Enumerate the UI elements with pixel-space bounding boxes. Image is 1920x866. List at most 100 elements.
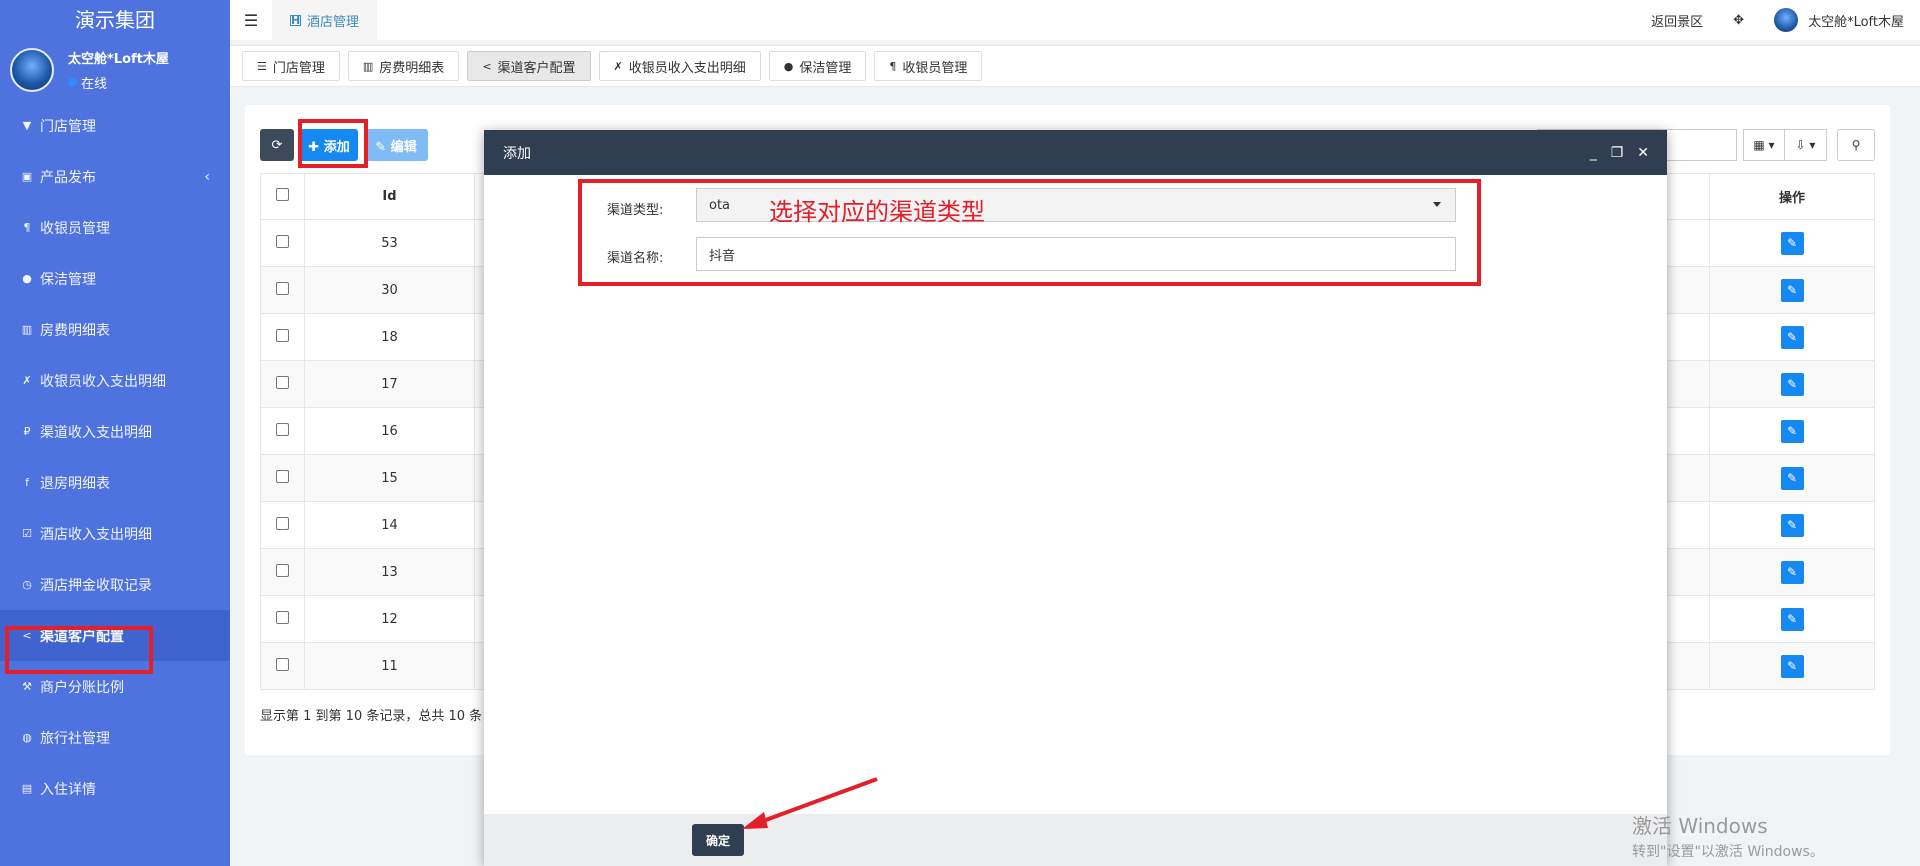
row-checkbox[interactable] (276, 422, 289, 436)
subtab-label: 保洁管理 (799, 60, 852, 76)
row-checkbox[interactable] (276, 375, 289, 389)
row-checkbox[interactable] (276, 563, 289, 577)
row-edit-icon[interactable]: ✎ (1780, 231, 1804, 255)
export-icon[interactable]: ⇩ ▾ (1785, 129, 1827, 161)
sidebar-item-3[interactable]: ● 保洁管理 (0, 253, 230, 304)
confirm-button[interactable]: 确定 (692, 824, 744, 856)
refresh-button[interactable]: ⟳ (260, 129, 294, 161)
row-checkbox[interactable] (276, 610, 289, 624)
sidebar-menu: ▼ 门店管理 ▣ 产品发布 ‹ ¶ 收银员管理 ● 保洁管理 ▥ 房费明细表 ✗ 收银员收入支出明细 ₽ 渠… (0, 100, 230, 814)
row-select-cell (260, 313, 305, 361)
pagination-info: 显示第 1 到第 10 条记录，总共 10 条 (260, 709, 483, 724)
row-id: 11 (304, 642, 475, 690)
subtab-4[interactable]: ● 保洁管理 (768, 51, 867, 81)
sidebar-item-label: 收银员管理 (40, 220, 110, 237)
subtab-0[interactable]: ☰ 门店管理 (242, 51, 340, 81)
subtab-label: 渠道客户配置 (497, 60, 576, 76)
check-square-icon: ☑ (22, 527, 32, 540)
row-ops-cell: ✎ (1709, 501, 1875, 549)
column-header-id[interactable]: Id (304, 173, 475, 220)
sidebar-item-6[interactable]: ₽ 渠道收入支出明细 (0, 406, 230, 457)
tab-label: 酒店管理 (307, 14, 360, 30)
sidebar-item-8[interactable]: ☑ 酒店收入支出明细 (0, 508, 230, 559)
select-all-checkbox[interactable] (276, 188, 289, 201)
subtab-5[interactable]: ¶ 收银员管理 (874, 51, 983, 81)
row-ops-cell: ✎ (1709, 548, 1875, 596)
subtab-3[interactable]: ✗ 收银员收入支出明细 (598, 51, 761, 81)
close-icon[interactable]: ✕ (1637, 145, 1649, 161)
facebook-icon: f (25, 476, 29, 489)
annotation-arrow-icon (742, 777, 878, 829)
row-edit-icon[interactable]: ✎ (1780, 513, 1804, 537)
user-panel: 太空舱*Loft木屋 在线 (0, 40, 230, 100)
sidebar-item-5[interactable]: ✗ 收银员收入支出明细 (0, 355, 230, 406)
row-edit-icon[interactable]: ✎ (1780, 466, 1804, 490)
sidebar-item-4[interactable]: ▥ 房费明细表 (0, 304, 230, 355)
subtab-icon: ✗ (613, 59, 623, 73)
filter-icon: ▼ (22, 119, 32, 132)
row-select-cell (260, 548, 305, 596)
row-select-cell (260, 501, 305, 549)
subtab-1[interactable]: ▥ 房费明细表 (347, 51, 460, 81)
row-id: 12 (304, 595, 475, 643)
sidebar-item-7[interactable]: f 退房明细表 (0, 457, 230, 508)
brand-title: 演示集团 (75, 8, 155, 32)
sidebar-item-label: 退房明细表 (40, 475, 110, 492)
sidebar-item-label: 商户分账比例 (40, 679, 124, 696)
columns-toggle-icon[interactable]: ▦ ▾ (1743, 129, 1785, 161)
top-header: ☰ H 酒店管理 返回景区 ✥ 太空舱*Loft木屋 (230, 0, 1920, 40)
row-ops-cell: ✎ (1709, 313, 1875, 361)
row-id: 13 (304, 548, 475, 596)
row-edit-icon[interactable]: ✎ (1780, 372, 1804, 396)
row-select-cell (260, 219, 305, 267)
sidebar-item-1[interactable]: ▣ 产品发布 ‹ (0, 151, 230, 202)
search-icon[interactable]: ⚲ (1837, 129, 1875, 161)
row-select-cell (260, 454, 305, 502)
sidebar-item-label: 酒店押金收取记录 (40, 577, 152, 594)
subtab-icon: ▥ (362, 59, 374, 73)
sidebar-item-label: 门店管理 (40, 118, 96, 135)
fullscreen-icon[interactable]: ✥ (1733, 13, 1744, 28)
add-dialog: 添加 _ ❐ ✕ 渠道类型: ota 选择对应的渠道类型 渠道名称: 抖音 确定 (484, 130, 1667, 866)
feather-icon: ✗ (22, 374, 32, 387)
row-checkbox[interactable] (276, 469, 289, 483)
sidebar-item-12[interactable]: ◍ 旅行社管理 (0, 712, 230, 763)
minimize-icon[interactable]: _ (1590, 145, 1597, 161)
edit-button[interactable]: ✎ 编辑 (364, 129, 428, 161)
row-checkbox[interactable] (276, 516, 289, 530)
sidebar-item-9[interactable]: ◷ 酒店押金收取记录 (0, 559, 230, 610)
sidebar-item-label: 保洁管理 (40, 271, 96, 288)
sidebar-item-2[interactable]: ¶ 收银员管理 (0, 202, 230, 253)
watermark-line2: 转到"设置"以激活 Windows。 (1632, 844, 1824, 860)
row-edit-icon[interactable]: ✎ (1780, 607, 1804, 631)
row-checkbox[interactable] (276, 281, 289, 295)
sidebar-item-0[interactable]: ▼ 门店管理 (0, 100, 230, 151)
sidebar-item-13[interactable]: ▤ 入住详情 (0, 763, 230, 814)
subtab-label: 门店管理 (272, 60, 325, 76)
hotel-icon: H (290, 13, 301, 27)
row-checkbox[interactable] (276, 234, 289, 248)
maximize-icon[interactable]: ❐ (1611, 145, 1624, 161)
globe-icon: ◍ (22, 731, 32, 744)
row-select-cell (260, 360, 305, 408)
dialog-title: 添加 (503, 145, 531, 162)
menu-toggle-icon[interactable]: ☰ (230, 11, 272, 30)
select-all-cell (260, 173, 305, 220)
back-to-scenic-link[interactable]: 返回景区 (1651, 11, 1703, 30)
row-edit-icon[interactable]: ✎ (1780, 654, 1804, 678)
row-checkbox[interactable] (276, 328, 289, 342)
highlight-box-sidebar (5, 626, 153, 674)
row-checkbox[interactable] (276, 657, 289, 671)
user-menu[interactable]: 太空舱*Loft木屋 (1774, 8, 1904, 32)
bar-chart-icon: ▥ (21, 323, 33, 336)
tab-hotel-management[interactable]: H 酒店管理 (272, 0, 378, 40)
row-edit-icon[interactable]: ✎ (1780, 278, 1804, 302)
row-edit-icon[interactable]: ✎ (1780, 419, 1804, 443)
avatar (1774, 8, 1799, 32)
row-id: 30 (304, 266, 475, 314)
row-edit-icon[interactable]: ✎ (1780, 560, 1804, 584)
clock-icon: ◷ (22, 578, 32, 591)
subtab-2[interactable]: < 渠道客户配置 (467, 51, 591, 81)
row-edit-icon[interactable]: ✎ (1780, 325, 1804, 349)
highlight-box-form (578, 179, 1481, 286)
